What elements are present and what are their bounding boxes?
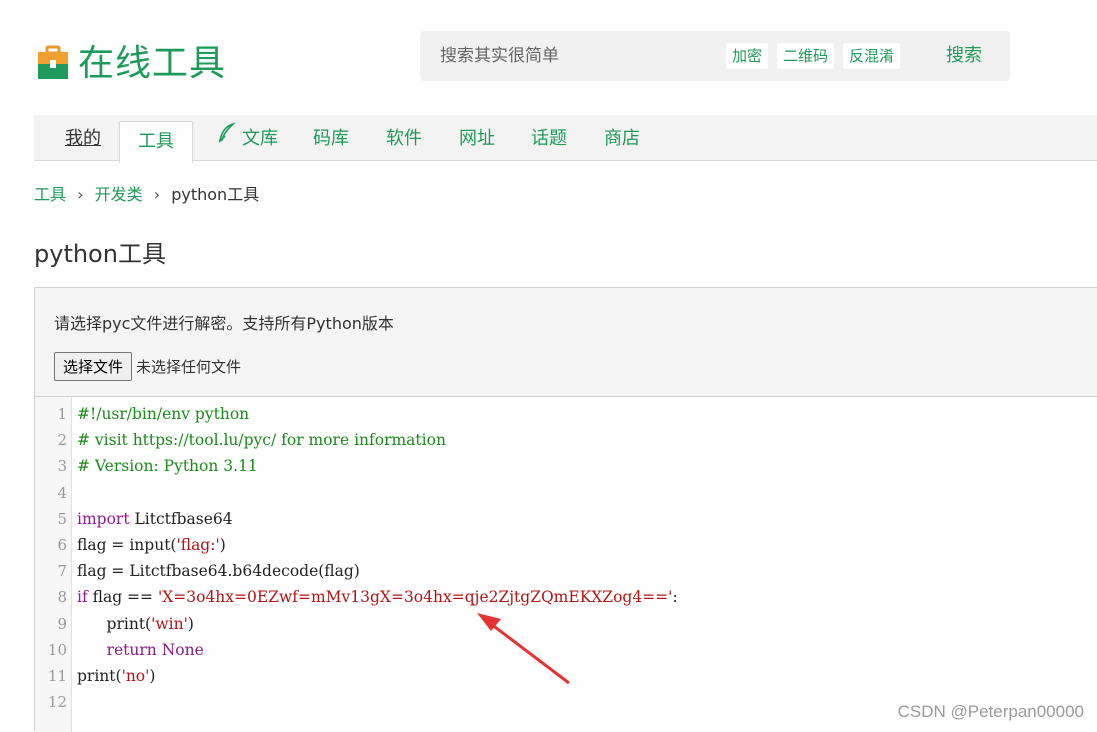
line-number-gutter: 1 2 3 4 5 6 7 8 9 10 11 12	[35, 397, 72, 732]
site-logo[interactable]: 在线工具	[36, 34, 226, 86]
code-line: # Version: Python 3.11	[77, 457, 258, 475]
watermark: CSDN @Peterpan00000	[897, 702, 1084, 721]
line-number: 11	[47, 667, 67, 685]
chip-encrypt[interactable]: 加密	[726, 43, 769, 69]
nav-item-library-label: 文库	[242, 128, 278, 149]
breadcrumb-current: python工具	[171, 185, 260, 204]
code-viewer[interactable]: 1 2 3 4 5 6 7 8 9 10 11 12 #!/usr/bin/env python # v…	[35, 396, 1097, 732]
breadcrumb-separator: ›	[77, 185, 84, 204]
code-token: :	[672, 588, 678, 607]
line-number: 6	[57, 536, 67, 554]
line-number: 3	[57, 457, 67, 476]
choose-file-button[interactable]: 选择文件	[54, 352, 133, 381]
code-line: flag = Litctfbase64.b64decode(flag)	[77, 562, 360, 580]
code-token: flag = input(	[77, 536, 177, 554]
code-token: 'no'	[121, 667, 150, 685]
code-token: #!/usr/bin/env python	[77, 405, 250, 423]
main-nav: 我的 工具 文库 码库 软件 网址 话题 商店	[34, 115, 1097, 163]
search-button[interactable]: 搜索	[918, 31, 1010, 81]
decompile-panel: 请选择pyc文件进行解密。支持所有Python版本 选择文件 未选择任何文件 1…	[34, 287, 1097, 732]
code-token: import	[77, 509, 130, 528]
chip-deobfuscate[interactable]: 反混淆	[843, 43, 901, 69]
nav-item-store[interactable]: 商店	[591, 115, 653, 160]
line-number: 2	[57, 431, 67, 450]
code-token: return	[106, 640, 157, 659]
code-line: return None	[77, 641, 204, 659]
line-number: 8	[57, 588, 67, 607]
code-token: )	[149, 667, 156, 685]
code-line: print('no')	[77, 667, 155, 685]
logo-text: 在线工具	[78, 43, 227, 84]
code-token: flag ==	[87, 588, 158, 607]
nav-item-library[interactable]: 文库	[210, 115, 284, 160]
code-token: None	[161, 640, 204, 659]
code-line: print('win')	[77, 615, 194, 633]
code-line: flag = input('flag:')	[77, 536, 226, 554]
line-number: 12	[47, 693, 67, 712]
search-bar: 加密 二维码 反混淆 搜索	[420, 31, 1010, 81]
line-number: 4	[57, 483, 67, 502]
breadcrumb: 工具 › 开发类 › python工具	[34, 181, 259, 205]
panel-description: 请选择pyc文件进行解密。支持所有Python版本	[54, 314, 394, 333]
code-token: print(	[77, 614, 152, 633]
file-status: 未选择任何文件	[136, 358, 242, 376]
toolbox-icon	[36, 40, 70, 80]
nav-item-mine[interactable]: 我的	[52, 115, 114, 160]
code-token: )	[187, 614, 194, 633]
code-line: # visit https://tool.lu/pyc/ for more in…	[77, 431, 446, 449]
file-picker: 选择文件 未选择任何文件	[54, 352, 241, 381]
code-token: flag = Litctfbase64.b64decode(flag)	[77, 562, 360, 581]
code-token: 'win'	[151, 614, 188, 633]
code-line: import Litctfbase64	[77, 510, 233, 528]
breadcrumb-dev[interactable]: 开发类	[95, 185, 143, 204]
line-number: 1	[57, 405, 67, 423]
line-number: 5	[57, 509, 67, 528]
page-title: python工具	[34, 240, 166, 268]
chip-qrcode[interactable]: 二维码	[777, 43, 835, 69]
breadcrumb-separator: ›	[153, 185, 161, 204]
nav-item-links[interactable]: 网址	[446, 115, 508, 160]
nav-item-tools[interactable]: 工具	[119, 121, 193, 163]
quill-icon	[216, 115, 236, 163]
code-token: # visit https://tool.lu/pyc/ for more in…	[77, 431, 446, 450]
code-token: Litctfbase64	[129, 509, 233, 528]
line-number: 10	[47, 640, 67, 659]
code-token: print(	[77, 667, 122, 685]
code-token: 'X=3o4hx=0EZwf=mMv13gX=3o4hx=qje2ZjtgZQm…	[157, 588, 673, 607]
code-token: 'flag:'	[176, 536, 220, 554]
code-line: if flag == 'X=3o4hx=0EZwf=mMv13gX=3o4hx=…	[77, 588, 678, 606]
nav-item-software[interactable]: 软件	[373, 115, 435, 160]
nav-item-topics[interactable]: 话题	[518, 115, 580, 160]
code-token: )	[219, 536, 226, 554]
line-number: 7	[57, 562, 67, 581]
line-number: 9	[57, 614, 67, 633]
search-input[interactable]	[430, 41, 740, 71]
breadcrumb-tools[interactable]: 工具	[34, 185, 66, 204]
code-token: if	[77, 588, 88, 607]
code-line: #!/usr/bin/env python	[77, 405, 249, 423]
nav-item-code[interactable]: 码库	[300, 115, 362, 160]
code-token: # Version: Python 3.11	[77, 457, 258, 476]
